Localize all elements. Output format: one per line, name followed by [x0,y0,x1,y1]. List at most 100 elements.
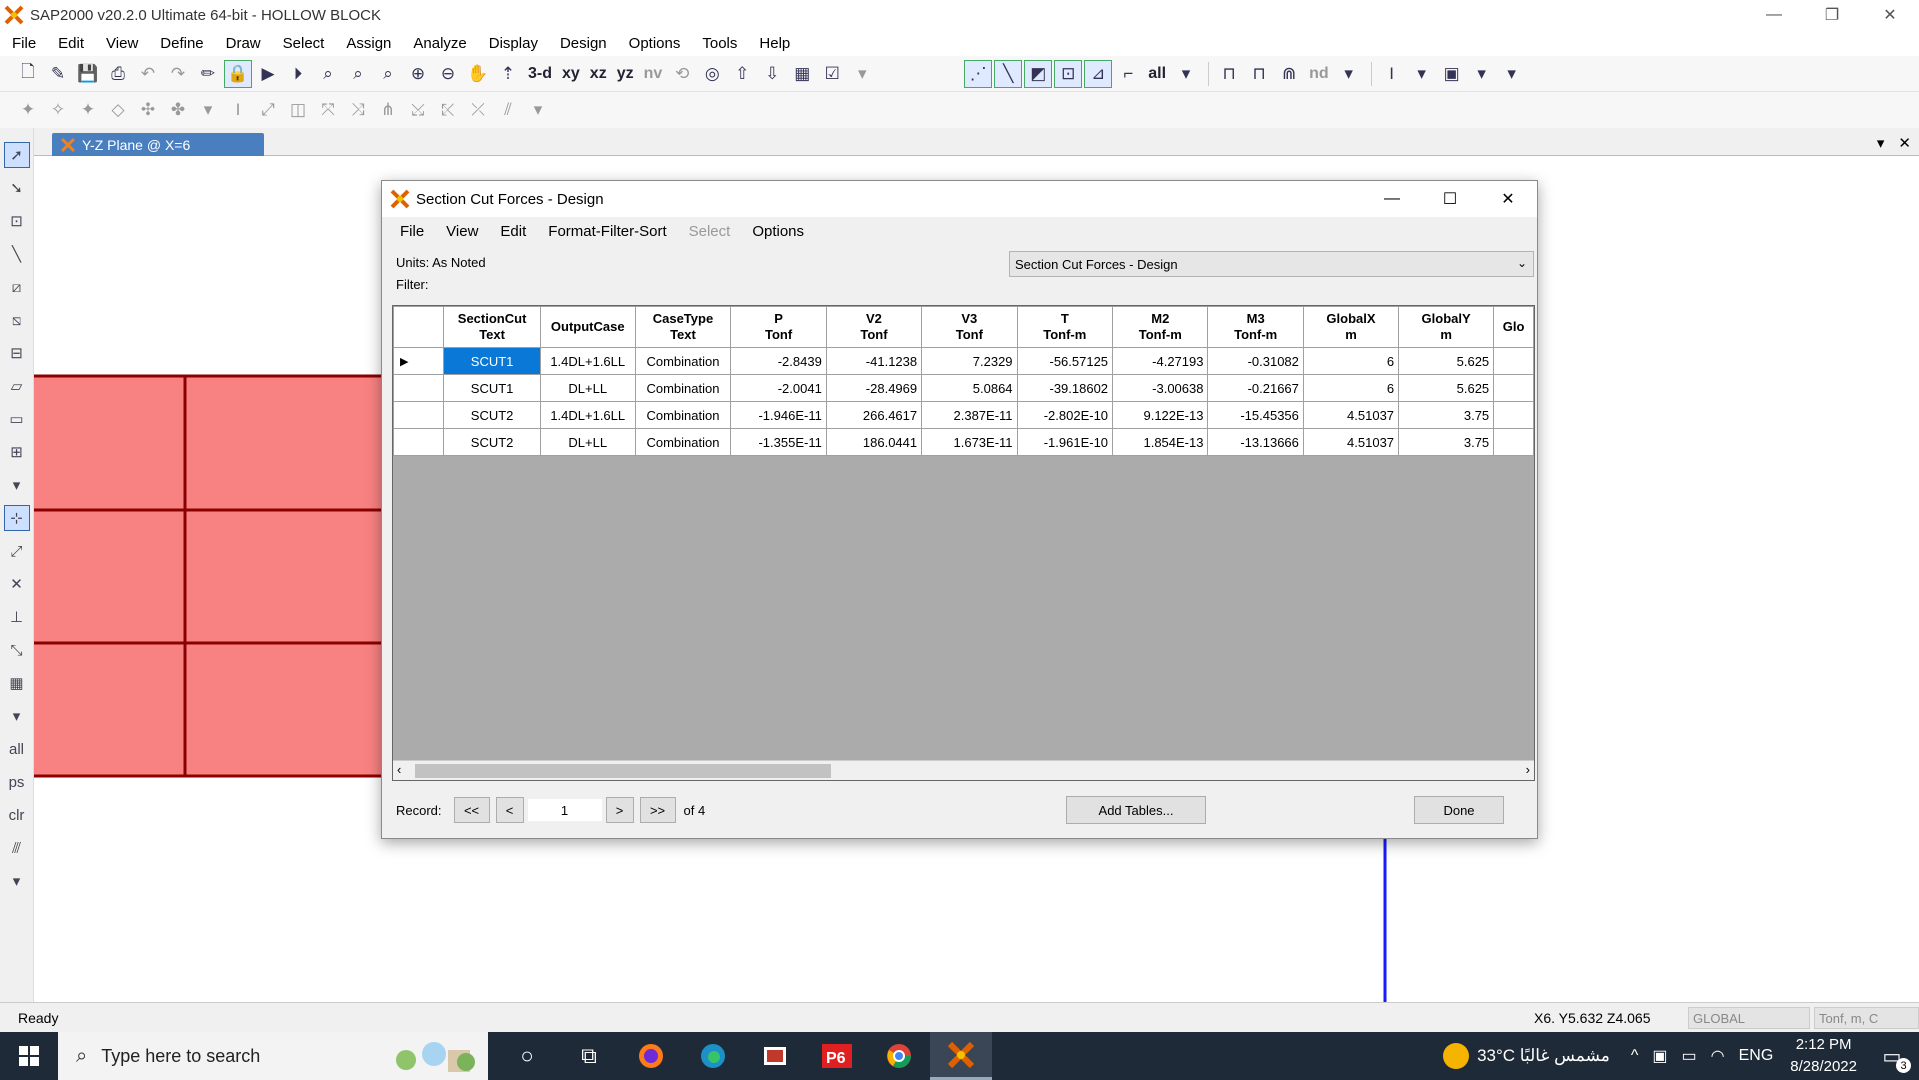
table-cell[interactable]: Combination [634,428,732,456]
column-header-glo[interactable]: Glo [1493,306,1534,348]
run-step-icon[interactable]: ⏵ [284,60,312,88]
tab-list-dropdown-icon[interactable]: ▾ [1877,134,1885,152]
horizontal-scrollbar[interactable]: ‹ › [393,760,1534,780]
table-cell[interactable]: DL+LL [539,374,636,402]
table-cell[interactable]: -15.45356 [1207,401,1304,429]
lock-icon[interactable]: 🔒 [224,59,252,88]
table-cell[interactable]: -4.27193 [1112,347,1209,375]
column-header-p[interactable]: P Tonf [730,306,827,348]
restore-button[interactable]: ❐ [1803,0,1861,30]
weather-widget[interactable]: 33°C مشمس غالبًا [1443,1043,1610,1069]
table-cell[interactable]: 6 [1302,347,1400,375]
snap-more-icon[interactable]: ▾ [4,703,30,729]
table-cell[interactable]: 7.2329 [921,347,1018,375]
chrome-icon[interactable] [868,1032,930,1080]
pencil-icon[interactable]: ✏ [194,60,222,88]
table-cell[interactable]: -0.31082 [1207,347,1304,375]
section-i-icon[interactable]: I [1378,60,1406,88]
table-row[interactable]: SCUT1 DL+LL Combination -2.0041 -28.4969 5.08… [393,374,1534,402]
tab-close-icon[interactable]: ✕ [1898,134,1911,152]
table-cell[interactable]: 9.122E-13 [1112,401,1209,429]
first-record-button[interactable]: << [453,797,490,823]
frame-release-icon[interactable]: ⤢ [254,96,282,124]
table-cell[interactable]: 4.51037 [1302,428,1400,456]
table-cell[interactable]: 1.4DL+1.6LL [539,347,636,375]
table-row[interactable]: SCUT2 DL+LL Combination -1.355E-11 186.0441 1… [393,428,1534,456]
table-cell[interactable]: 1.854E-13 [1112,428,1209,456]
all-dropdown-icon[interactable]: ▾ [1172,60,1200,88]
snap-perp-left-icon[interactable]: ⊥ [4,604,30,630]
snap-end-icon[interactable]: ⤢ [4,538,30,564]
draw-poly-area-icon[interactable]: ▱ [4,373,30,399]
snap-line-icon[interactable]: ⤡ [4,637,30,663]
zoom-out-icon[interactable]: ⊖ [434,60,462,88]
column-header-m2[interactable]: M2 Tonf-m [1112,306,1209,348]
tab-yz-plane[interactable]: Y-Z Plane @ X=6 [52,133,264,156]
table-cell[interactable]: -13.13666 [1207,428,1304,456]
table-cell[interactable]: Combination [634,401,732,429]
dialog-maximize-button[interactable]: ☐ [1421,181,1479,217]
column-header-v3[interactable]: V3 Tonf [921,306,1018,348]
joint-restraint-icon[interactable]: ✦ [14,96,42,124]
frame-icon[interactable]: ⊓ [1215,60,1243,88]
menu-draw[interactable]: Draw [226,35,261,52]
dialog-minimize-button[interactable]: — [1363,181,1421,217]
check-icon[interactable]: ☑ [818,60,846,88]
pointer-icon[interactable]: ⇡ [494,60,522,88]
start-button[interactable] [0,1032,58,1080]
row-header[interactable] [393,374,445,402]
language-indicator[interactable]: ENG [1739,1047,1774,1065]
bracket-icon[interactable]: ⌐ [1114,60,1142,88]
menu-options[interactable]: Options [629,35,681,52]
scroll-left-icon[interactable]: ‹ [397,762,401,777]
redo-icon[interactable]: ↷ [164,60,192,88]
display-options-icon[interactable]: ▦ [788,60,816,88]
snap-intersect-left-icon[interactable]: ✕ [4,571,30,597]
new-file-icon[interactable]: 🗋 [14,60,42,88]
select-pointer-icon[interactable]: ➚ [3,142,30,168]
minimize-button[interactable]: — [1745,0,1803,30]
frame-section-icon[interactable]: I [224,96,252,124]
move-up-icon[interactable]: ⇧ [728,60,756,88]
draw-brace-icon[interactable]: ⧅ [4,307,30,333]
table-cell[interactable] [1493,428,1534,456]
table-cell[interactable]: Combination [634,374,732,402]
table-cell[interactable]: 6 [1302,374,1400,402]
snap-intersect-icon[interactable]: ◩ [1024,59,1053,88]
done-button[interactable]: Done [1414,796,1504,824]
joint-constraint-icon[interactable]: ◇ [104,96,132,124]
table-select-dropdown[interactable]: Section Cut Forces - Design ⌄ [1009,251,1534,277]
select-more-icon[interactable]: ▾ [4,868,30,894]
assign2-dropdown-icon[interactable]: ▾ [524,96,552,124]
dialog-menu-select[interactable]: Select [689,223,731,240]
select-all-button[interactable]: all [1144,60,1170,88]
intersect-select-icon[interactable]: ⫻ [4,835,30,861]
zoom-restore-icon[interactable]: ⌕ [344,60,372,88]
table-cell[interactable]: 1.673E-11 [921,428,1018,456]
column-header-globalx[interactable]: GlobalX m [1302,306,1400,348]
rotate-icon[interactable]: ⟲ [668,60,696,88]
menu-tools[interactable]: Tools [702,35,737,52]
draw-frame-icon[interactable]: ╲ [4,241,30,267]
select-all-left-icon[interactable]: all [4,736,30,762]
column-header-m3[interactable]: M3 Tonf-m [1207,306,1304,348]
last-record-button[interactable]: >> [639,797,676,823]
quick-area-icon[interactable]: ⊞ [4,439,30,465]
chevron-up-icon[interactable]: ^ [1631,1047,1639,1065]
firefox-icon[interactable] [620,1032,682,1080]
table-cell[interactable]: -3.00638 [1112,374,1209,402]
perspective-icon[interactable]: ◎ [698,60,726,88]
row-header[interactable] [393,401,445,429]
view-3d-button[interactable]: 3-d [524,60,556,88]
snap-lines-icon[interactable]: ╲ [994,59,1023,88]
joint-springs-icon[interactable]: ✧ [44,96,72,124]
section-dropdown-icon[interactable]: ▾ [1408,60,1436,88]
reshape-icon[interactable]: ➘ [4,175,30,201]
column-header-t[interactable]: T Tonf-m [1016,306,1114,348]
table-cell[interactable]: -56.57125 [1016,347,1114,375]
frame-multi-icon[interactable]: ⋒ [1275,60,1303,88]
snap-points-icon[interactable]: ⋰ [964,59,993,88]
table-cell[interactable]: -39.18602 [1016,374,1114,402]
frame-temp-icon[interactable]: ⤨ [344,96,372,124]
table-cell[interactable]: -0.21667 [1207,374,1304,402]
